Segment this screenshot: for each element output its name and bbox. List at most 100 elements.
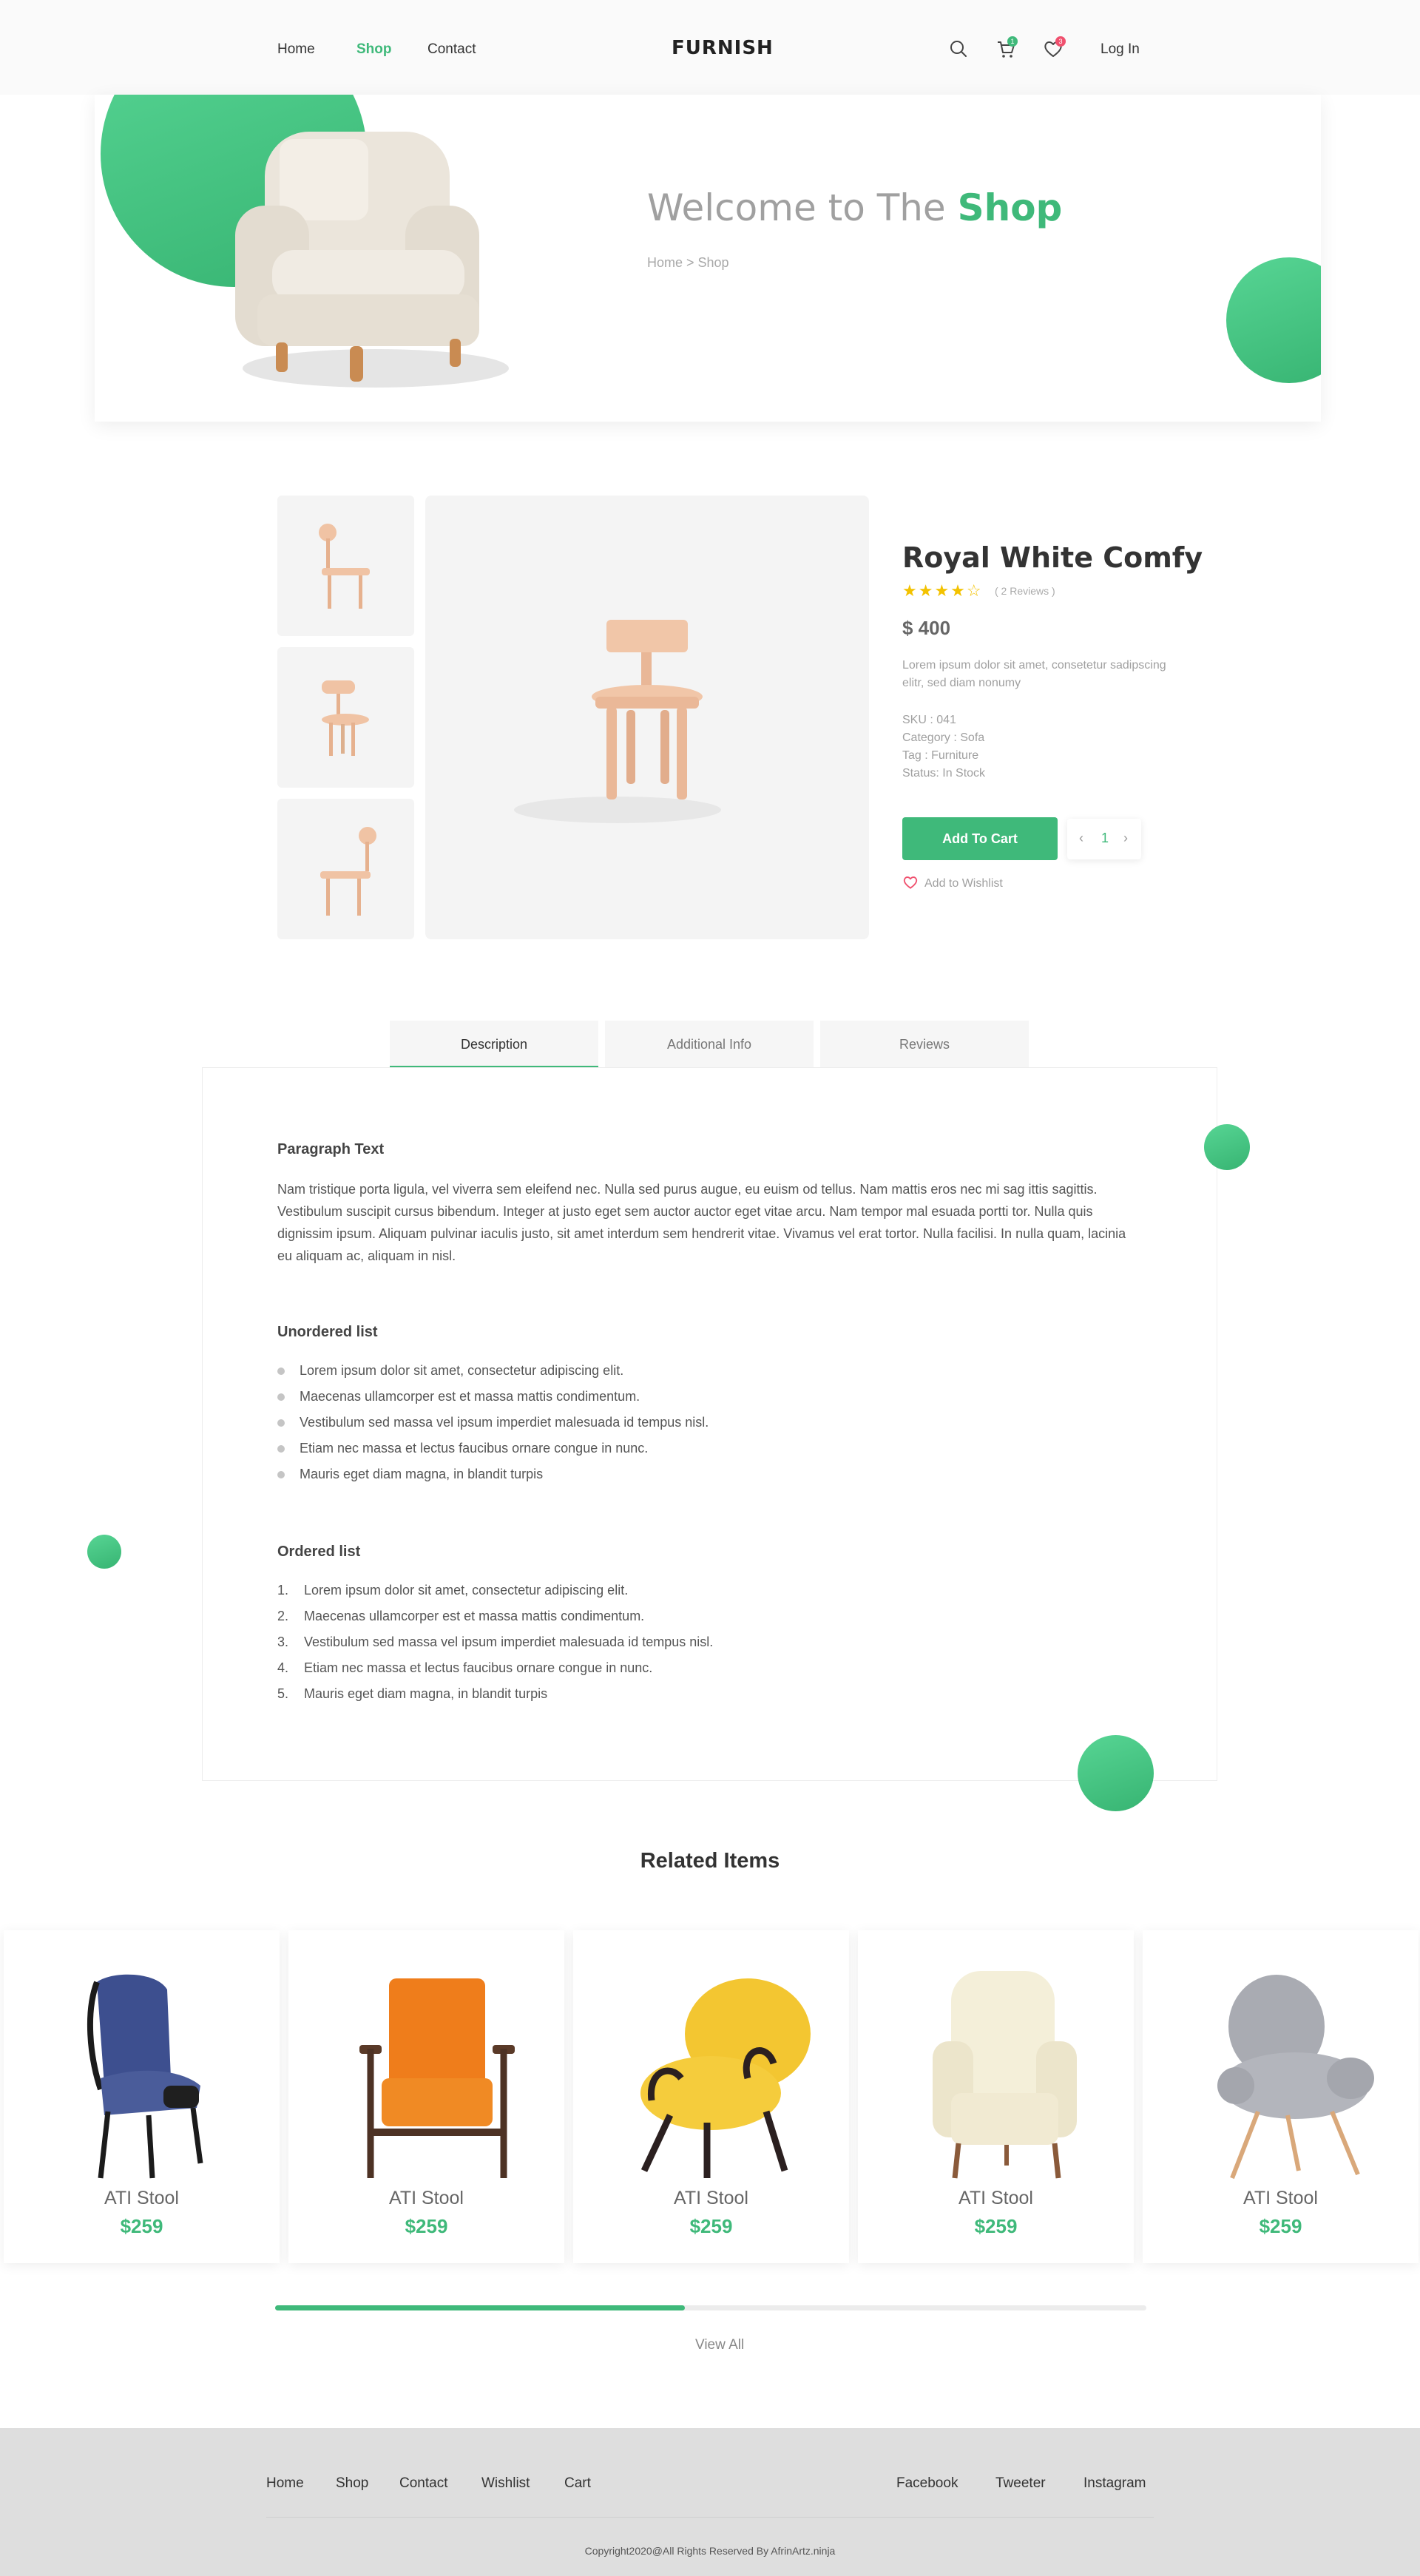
login-link[interactable]: Log In [1100,41,1140,58]
footer-divider [266,2517,1154,2518]
product-name: ATI Stool [958,2188,1033,2208]
footer-link-wishlist[interactable]: Wishlist [481,2475,530,2492]
ordered-list-text: Vestibulum sed massa vel ipsum imperdiet… [304,1634,714,1649]
footer-link-contact[interactable]: Contact [399,2475,447,2492]
related-items-heading: Related Items [640,1849,780,1873]
product-price: $259 [120,2215,163,2237]
ordered-list-item: 4. Etiam nec massa et lectus faucibus orn… [277,1660,652,1676]
related-product-card[interactable]: ATI Stool $259 [288,1930,564,2263]
related-product-card[interactable]: ATI Stool $259 [858,1930,1134,2263]
review-count-link[interactable]: ( 2 Reviews ) [995,585,1055,597]
unordered-list-item: Maecenas ullamcorper est et massa mattis… [277,1389,640,1404]
product-tag: Tag : Furniture [902,749,979,762]
site-logo[interactable]: FURNISH [672,37,774,59]
nav-shop-link[interactable]: Shop [356,41,392,58]
hero-title: Welcome to The Shop [647,186,1062,229]
ordered-list-number: 5. [277,1686,289,1701]
footer-link-shop[interactable]: Shop [336,2475,368,2492]
ordered-list-number: 1. [277,1583,289,1598]
product-price: $259 [689,2215,733,2237]
decor-circle [1204,1124,1250,1170]
ordered-list-number: 4. [277,1660,289,1675]
hero-armchair-image [235,132,509,388]
ordered-list-item: 3. Vestibulum sed massa vel ipsum imperdi… [277,1634,713,1650]
ordered-list-item: 2. Maecenas ullamcorper est et massa matt… [277,1609,644,1624]
grey-wing-chair-image [1217,1975,1374,2180]
ordered-list-item: 1. Lorem ipsum dolor sit amet, consectetu… [277,1583,628,1598]
chair-main-image [514,620,721,823]
copyright-text: Copyright2020@All Rights Reserved By Afr… [584,2545,836,2557]
add-to-cart-button[interactable]: Add To Cart [902,817,1058,860]
paragraph-heading: Paragraph Text [277,1141,385,1157]
tab-description[interactable]: Description [390,1021,598,1068]
ordered-list-text: Etiam nec massa et lectus faucibus ornar… [304,1660,653,1675]
product-main-image[interactable] [425,496,869,939]
related-product-card[interactable]: ATI Stool $259 [1143,1930,1419,2263]
product-short-description: Lorem ipsum dolor sit amet, consetetur s… [902,659,1166,689]
ordered-list-item: 5. Mauris eget diam magna, in blandit tur… [277,1686,547,1702]
add-to-wishlist-label: Add to Wishlist [924,877,1003,890]
paragraph-text: Nam tristique porta ligula, vel viverra … [277,1182,1126,1263]
unordered-list-heading: Unordered list [277,1324,378,1340]
footer-link-home[interactable]: Home [266,2475,304,2492]
chevron-right-icon[interactable]: › [1123,831,1128,846]
footer-link-facebook[interactable]: Facebook [896,2475,958,2492]
rating-stars: ★★★★☆ [902,581,983,600]
quantity-stepper: ‹ 1 › [1067,819,1141,859]
footer-link-cart[interactable]: Cart [564,2475,591,2492]
decor-circle [87,1535,121,1569]
blue-chair-image [87,1974,203,2179]
hero-decor-circle-small [1226,257,1321,383]
related-product-card[interactable]: ATI Stool $259 [573,1930,849,2263]
search-icon[interactable] [948,38,969,59]
add-to-wishlist-link[interactable]: Add to Wishlist [902,875,1003,890]
unordered-list-item: Vestibulum sed massa vel ipsum imperdiet… [277,1415,709,1430]
unordered-list-item: Lorem ipsum dolor sit amet, consectetur … [277,1363,623,1379]
decor-circle [1078,1735,1154,1811]
ordered-list-heading: Ordered list [277,1544,361,1560]
tab-additional-info[interactable]: Additional Info [605,1021,814,1068]
orange-chair-image [359,1978,515,2178]
product-price: $259 [974,2215,1018,2237]
product-sku: SKU : 041 [902,714,956,726]
footer-link-tweeter[interactable]: Tweeter [995,2475,1046,2492]
product-status: Status: In Stock [902,767,986,780]
cart-count-badge: 1 [1007,36,1018,47]
product-price: $259 [1259,2215,1302,2237]
product-thumbnail[interactable] [277,496,414,636]
chevron-left-icon[interactable]: ‹ [1079,831,1083,846]
related-product-card[interactable]: ATI Stool $259 [4,1930,280,2263]
view-all-link[interactable]: View All [695,2337,744,2353]
hero-title-accent: Shop [957,186,1063,229]
nav-home-link[interactable]: Home [277,41,315,58]
product-title: Royal White Comfy [902,541,1203,574]
chair-thumbnail-image [319,524,370,609]
breadcrumb[interactable]: Home > Shop [647,255,729,271]
nav-contact-link[interactable]: Contact [427,41,476,58]
wishlist-count-badge: 3 [1055,36,1066,47]
yellow-chair-image [640,1978,811,2178]
ordered-list-text: Maecenas ullamcorper est et massa mattis… [304,1609,645,1623]
product-category: Category : Sofa [902,731,985,744]
ordered-list-text: Mauris eget diam magna, in blandit turpi… [304,1686,548,1701]
ordered-list-text: Lorem ipsum dolor sit amet, consectetur … [304,1583,629,1598]
carousel-scrollbar-thumb[interactable] [275,2305,685,2310]
unordered-list-item: Etiam nec massa et lectus faucibus ornar… [277,1441,648,1456]
product-name: ATI Stool [389,2188,464,2208]
unordered-list-item: Mauris eget diam magna, in blandit turpi… [277,1467,543,1482]
cream-wingback-chair-image [933,1971,1077,2179]
chair-thumbnail-image [322,680,369,756]
hero-title-prefix: Welcome to The [647,186,946,229]
ordered-list-number: 2. [277,1609,289,1623]
product-price: $259 [405,2215,448,2237]
chair-thumbnail-image [320,827,376,916]
tab-reviews[interactable]: Reviews [820,1021,1029,1068]
product-thumbnail[interactable] [277,647,414,788]
product-name: ATI Stool [104,2188,179,2208]
footer-link-instagram[interactable]: Instagram [1083,2475,1146,2492]
heart-icon [903,876,918,889]
product-thumbnail[interactable] [277,799,414,939]
product-name: ATI Stool [674,2188,748,2208]
quantity-value: 1 [1101,831,1109,845]
product-name: ATI Stool [1243,2188,1318,2208]
